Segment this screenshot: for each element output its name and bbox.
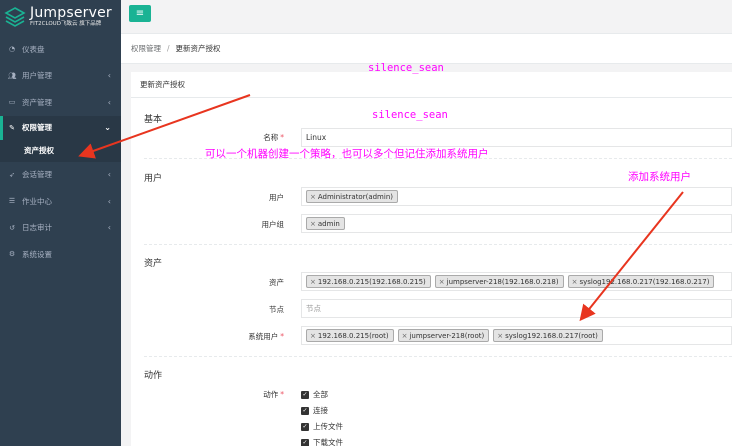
annotation-add-sysuser: 添加系统用户 — [628, 171, 691, 183]
sidebar-item-jobs[interactable]: ☰ 作业中心 ‹ — [0, 188, 121, 215]
logo[interactable]: Jumpserver FIT2CLOUD飞致云 旗下品牌 — [0, 0, 121, 34]
user-tag[interactable]: × Administrator(admin) — [306, 190, 398, 203]
divider — [144, 356, 732, 357]
sidebar-item-label: 用户管理 — [22, 71, 52, 81]
checkbox-checked-icon[interactable]: ✓ — [301, 406, 309, 415]
watermark-text: silence_sean — [372, 109, 448, 121]
remove-tag-icon[interactable]: × — [402, 332, 408, 340]
checkbox-checked-icon[interactable]: ✓ — [301, 438, 309, 446]
remove-tag-icon[interactable]: × — [310, 193, 316, 201]
checkbox-checked-icon[interactable]: ✓ — [301, 422, 309, 431]
form-panel: 更新资产授权 基本 名称 * Linux 用户 用户 × Administrator… — [131, 72, 732, 446]
asset-label: 资产 — [269, 278, 284, 287]
action-checkbox-download[interactable]: ✓ 下载文件 — [301, 437, 343, 446]
chevron-left-icon: ‹ — [107, 196, 111, 206]
watermark-text: silence_sean — [368, 62, 444, 74]
chevron-left-icon: ‹ — [107, 170, 111, 180]
breadcrumb-parent[interactable]: 权限管理 — [131, 43, 161, 54]
chevron-left-icon: ‹ — [107, 97, 111, 107]
users-icon: 👥︎ — [7, 71, 17, 80]
section-title-user: 用户 — [144, 174, 163, 184]
name-input-value: Linux — [306, 133, 327, 142]
edit-icon: ✎ — [9, 123, 15, 132]
section-title-basic: 基本 — [144, 115, 163, 125]
logo-subtitle: FIT2CLOUD飞致云 旗下品牌 — [30, 21, 102, 28]
sysuser-tag[interactable]: × jumpserver-218(root) — [397, 329, 490, 342]
name-label: 名称 * — [263, 133, 284, 142]
inbox-icon: ▭ — [8, 98, 16, 107]
user-select[interactable]: × Administrator(admin) — [301, 187, 732, 206]
dashboard-icon: ◔ — [8, 45, 16, 54]
sidebar-item-label: 会话管理 — [22, 170, 52, 180]
sidebar: Jumpserver FIT2CLOUD飞致云 旗下品牌 ◔ 仪表盘 👥︎ 用户… — [0, 0, 121, 446]
menu-toggle-button[interactable]: ≡ — [129, 5, 151, 22]
remove-tag-icon[interactable]: × — [439, 278, 445, 286]
breadcrumb: 权限管理 / 更新资产授权 — [121, 34, 732, 64]
asset-tag[interactable]: × syslog192.168.0.217(192.168.0.217) — [567, 275, 715, 288]
sidebar-item-assets[interactable]: ▭ 资产管理 ‹ — [0, 89, 121, 116]
rocket-icon: ➶ — [9, 170, 15, 179]
chevron-down-icon: ⌄ — [104, 123, 111, 132]
remove-tag-icon[interactable]: × — [310, 220, 316, 228]
usergroup-select[interactable]: × admin — [301, 214, 732, 233]
usergroup-tag[interactable]: × admin — [306, 217, 345, 230]
sidebar-item-label: 资产授权 — [24, 146, 54, 155]
sidebar-subitem-asset-permission[interactable]: 资产授权 — [0, 139, 121, 162]
remove-tag-icon[interactable]: × — [572, 278, 578, 286]
user-label: 用户 — [269, 193, 284, 202]
divider — [144, 244, 732, 245]
checkbox-checked-icon[interactable]: ✓ — [301, 390, 309, 399]
action-checkbox-upload[interactable]: ✓ 上传文件 — [301, 421, 343, 432]
tasks-icon: ☰ — [8, 197, 16, 206]
section-title-action: 动作 — [144, 371, 163, 381]
breadcrumb-current: 更新资产授权 — [175, 44, 221, 53]
section-title-asset: 资产 — [144, 259, 163, 269]
sidebar-item-label: 权限管理 — [22, 123, 52, 132]
sysuser-select[interactable]: × 192.168.0.215(root) × jumpserver-218(roo… — [301, 326, 732, 345]
chevron-left-icon: ‹ — [107, 71, 111, 81]
sidebar-item-label: 日志审计 — [22, 223, 52, 233]
sysuser-tag[interactable]: × syslog192.168.0.217(root) — [493, 329, 603, 342]
logo-title: Jumpserver — [30, 5, 112, 22]
sidebar-item-label: 仪表盘 — [22, 44, 45, 54]
chevron-left-icon: ‹ — [107, 223, 111, 233]
history-icon: ↺ — [9, 223, 15, 232]
breadcrumb-separator: / — [167, 44, 170, 53]
action-checkbox-connect[interactable]: ✓ 连接 — [301, 405, 328, 416]
sidebar-item-audit[interactable]: ↺ 日志审计 ‹ — [0, 215, 121, 242]
action-checkbox-all[interactable]: ✓ 全部 — [301, 389, 328, 400]
jumpserver-logo-icon — [4, 7, 26, 27]
sidebar-item-label: 资产管理 — [22, 97, 52, 107]
sidebar-nav: ◔ 仪表盘 👥︎ 用户管理 ‹ ▭ 资产管理 ‹ ✎ 权限管理 ⌄ 资产授权 ➶… — [0, 36, 121, 268]
asset-tag[interactable]: × jumpserver-218(192.168.0.218) — [434, 275, 564, 288]
annotation-policy-note: 可以一个机器创建一个策略，也可以多个但记住添加系统用户 — [205, 148, 489, 160]
remove-tag-icon[interactable]: × — [497, 332, 503, 340]
asset-tag[interactable]: × 192.168.0.215(192.168.0.215) — [306, 275, 431, 288]
sidebar-item-dashboard[interactable]: ◔ 仪表盘 — [0, 36, 121, 63]
sidebar-item-label: 系统设置 — [22, 249, 52, 259]
sidebar-item-label: 作业中心 — [22, 196, 52, 206]
usergroup-label: 用户组 — [261, 220, 285, 229]
node-placeholder: 节点 — [306, 304, 321, 313]
sidebar-item-settings[interactable]: ⚙ 系统设置 — [0, 241, 121, 268]
asset-select[interactable]: × 192.168.0.215(192.168.0.215) × jumpserve… — [301, 272, 732, 291]
remove-tag-icon[interactable]: × — [310, 332, 316, 340]
sidebar-item-permissions[interactable]: ✎ 权限管理 ⌄ — [0, 115, 121, 140]
node-label: 节点 — [269, 305, 284, 314]
top-navbar: ≡ — [121, 0, 732, 34]
node-select[interactable]: 节点 — [301, 299, 732, 318]
sidebar-item-users[interactable]: 👥︎ 用户管理 ‹ — [0, 63, 121, 90]
gears-icon: ⚙ — [8, 250, 16, 259]
sysuser-label: 系统用户 * — [248, 332, 284, 341]
action-label: 动作 * — [263, 390, 284, 399]
sysuser-tag[interactable]: × 192.168.0.215(root) — [306, 329, 394, 342]
name-input[interactable]: Linux — [301, 128, 732, 147]
remove-tag-icon[interactable]: × — [310, 278, 316, 286]
panel-title: 更新资产授权 — [131, 72, 732, 98]
sidebar-item-sessions[interactable]: ➶ 会话管理 ‹ — [0, 162, 121, 189]
